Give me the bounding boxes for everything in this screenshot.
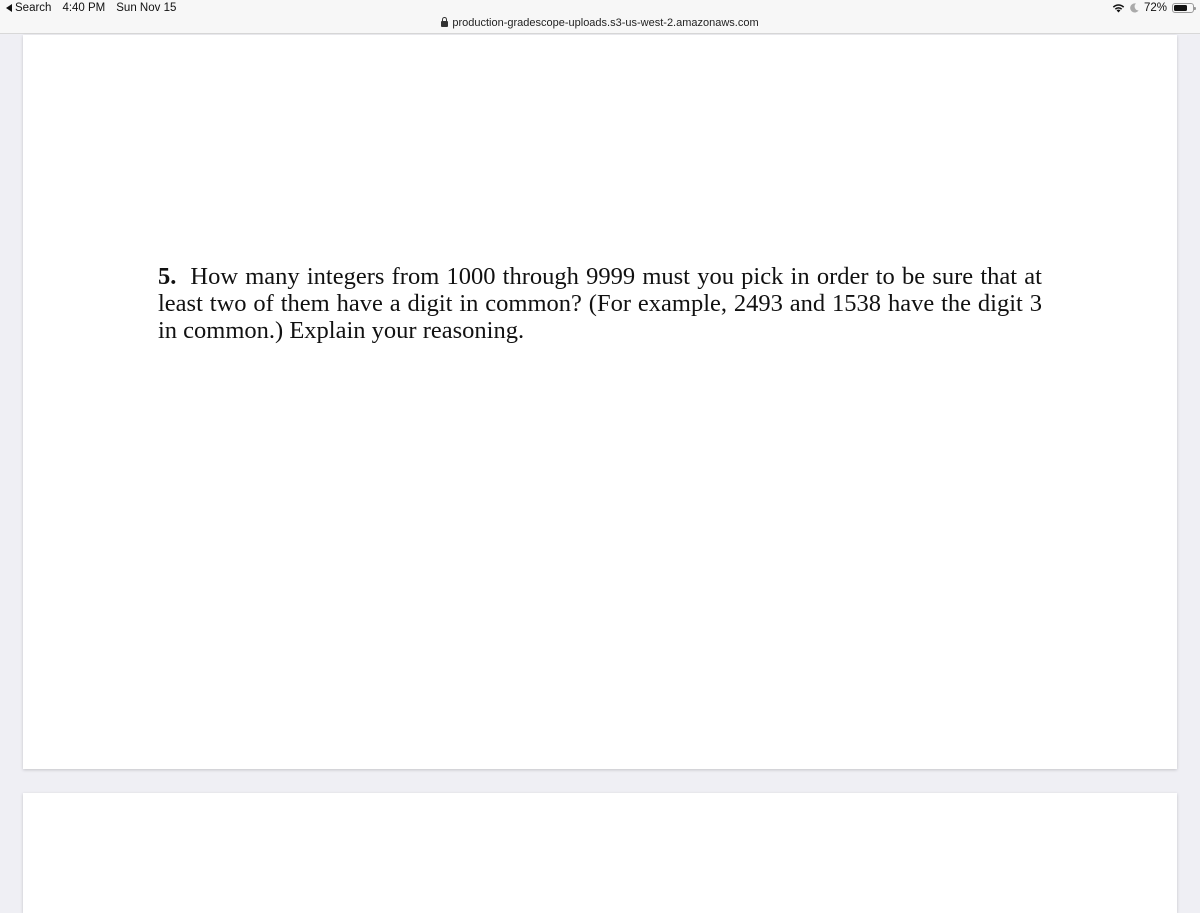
battery-fill (1174, 5, 1187, 11)
do-not-disturb-moon-icon (1130, 3, 1139, 13)
address-bar[interactable]: production-gradescope-uploads.s3-us-west… (0, 17, 1200, 29)
lock-icon (441, 17, 449, 27)
wifi-icon (1112, 4, 1125, 13)
question-number: 5. (158, 263, 177, 290)
question-text: How many integers from 1000 through 9999… (158, 263, 1042, 344)
back-arrow-icon (6, 4, 12, 12)
status-left: Search 4:40 PM Sun Nov 15 (6, 2, 176, 14)
status-date: Sun Nov 15 (116, 2, 177, 14)
status-bar: Search 4:40 PM Sun Nov 15 72% production… (0, 0, 1200, 34)
back-to-search-button[interactable]: Search (6, 2, 51, 14)
url-text: production-gradescope-uploads.s3-us-west… (452, 17, 759, 29)
status-right: 72% (1112, 2, 1196, 14)
battery-percent: 72% (1143, 2, 1167, 14)
status-time: 4:40 PM (62, 2, 106, 14)
back-label: Search (15, 2, 52, 14)
document-page-1: 5. How many integers from 1000 through 99… (23, 35, 1177, 769)
battery-icon (1172, 3, 1196, 13)
document-page-2 (23, 793, 1177, 913)
question-5: 5. How many integers from 1000 through 99… (158, 263, 1042, 344)
